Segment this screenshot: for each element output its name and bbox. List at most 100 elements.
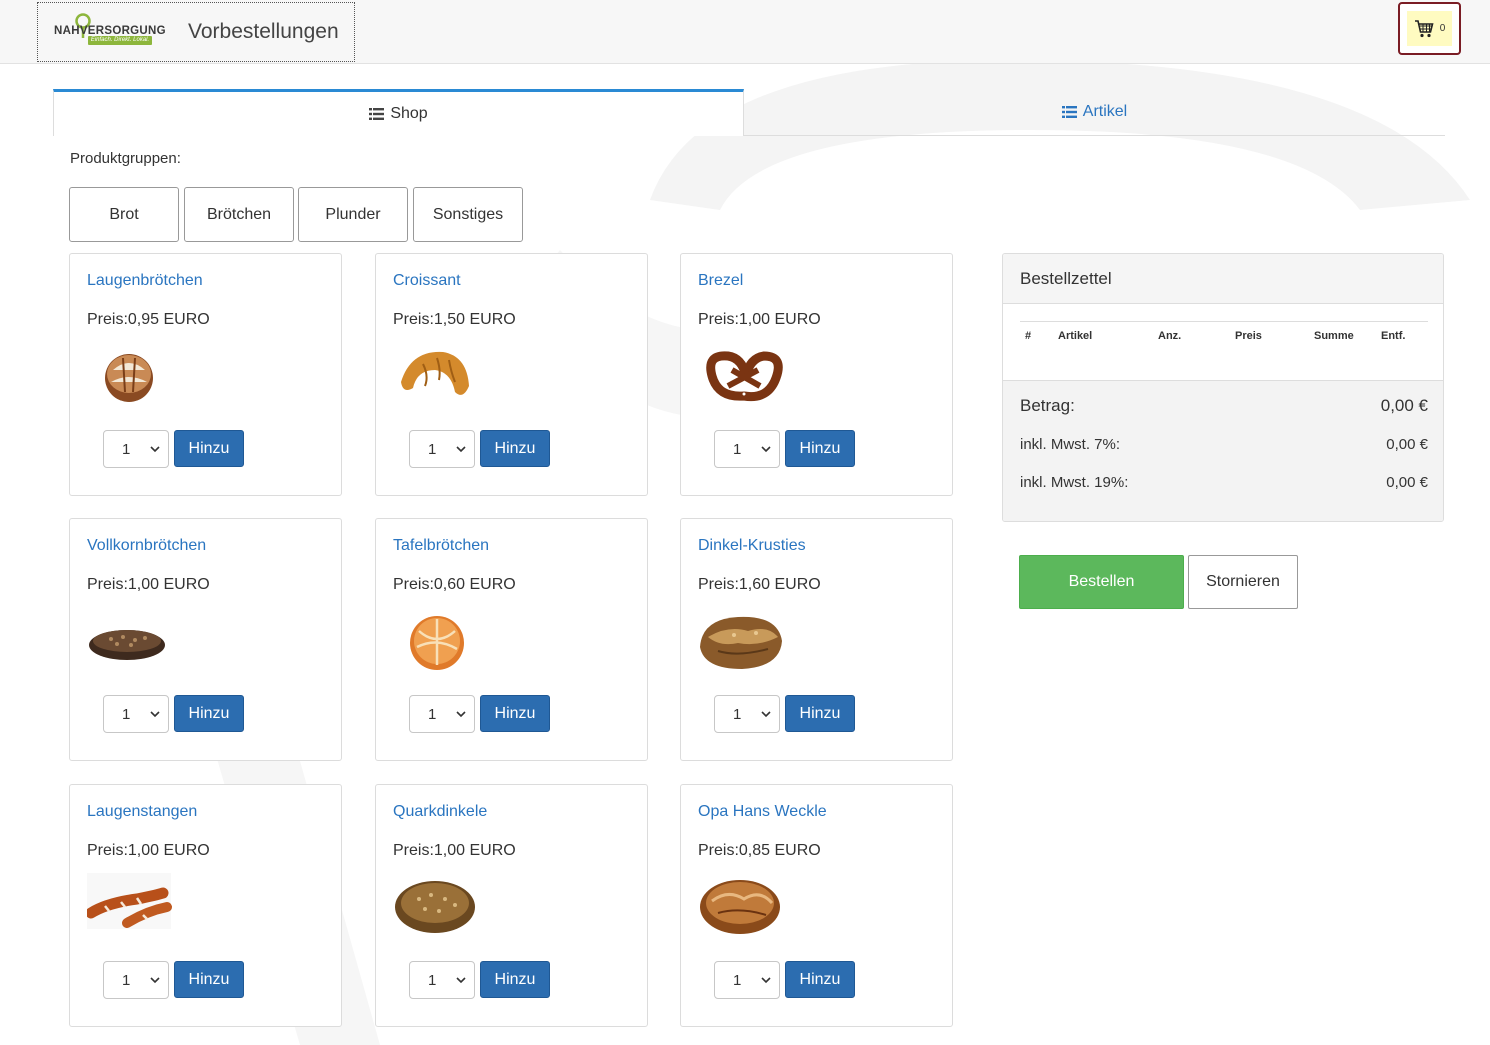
product-name-link[interactable]: Dinkel-Krusties [698, 537, 806, 555]
add-to-cart-button[interactable]: Hinzu [174, 961, 244, 998]
product-price: Preis:0,85 EURO [698, 842, 821, 859]
product-image-quarkdinkele [395, 881, 475, 933]
quantity-select[interactable]: 1 [714, 430, 780, 468]
add-to-cart-button[interactable]: Hinzu [785, 961, 855, 998]
group-button-sonstiges[interactable]: Sonstiges [413, 187, 523, 242]
tab-shop[interactable]: Shop [53, 89, 744, 136]
product-name-link[interactable]: Brezel [698, 272, 743, 290]
product-card: Quarkdinkele Preis:1,00 EURO 1 Hinzu [375, 784, 648, 1027]
quantity-select[interactable]: 1 [714, 961, 780, 999]
group-button-brot[interactable]: Brot [69, 187, 179, 242]
product-card: Croissant Preis:1,50 EURO 1 Hinzu [375, 253, 648, 496]
order-summary: Betrag: 0,00 € inkl. Mwst. 7%: 0,00 € in… [1003, 380, 1443, 521]
product-price: Preis:1,00 EURO [87, 576, 210, 593]
list-icon [369, 108, 385, 120]
product-price: Preis:0,95 EURO [87, 311, 210, 328]
chevron-down-icon [150, 711, 160, 718]
tab-shop-label: Shop [390, 105, 428, 122]
main-tabs: Shop Artikel [53, 89, 1445, 136]
product-card: Vollkornbrötchen Preis:1,00 EURO 1 Hinzu [69, 518, 342, 761]
col-preis: Preis [1235, 330, 1262, 342]
product-name-link[interactable]: Croissant [393, 272, 461, 290]
add-to-cart-button[interactable]: Hinzu [480, 695, 550, 732]
vat19-value: 0,00 € [1386, 474, 1428, 491]
product-name-link[interactable]: Vollkornbrötchen [87, 537, 206, 555]
add-to-cart-button[interactable]: Hinzu [785, 695, 855, 732]
quantity-select[interactable]: 1 [103, 695, 169, 733]
product-name-link[interactable]: Quarkdinkele [393, 803, 487, 821]
shopping-cart-icon [1414, 19, 1434, 37]
product-name-link[interactable]: Tafelbrötchen [393, 537, 489, 555]
chevron-down-icon [761, 711, 771, 718]
product-price: Preis:1,00 EURO [87, 842, 210, 859]
chevron-down-icon [456, 446, 466, 453]
add-to-cart-button[interactable]: Hinzu [480, 430, 550, 467]
tab-artikel-label: Artikel [1082, 103, 1128, 120]
col-artikel: Artikel [1058, 330, 1093, 342]
col-anzahl: Anz. [1158, 330, 1182, 342]
list-icon [1061, 106, 1077, 118]
product-card: Brezel Preis:1,00 EURO 1 Hinzu [680, 253, 953, 496]
order-table-header: # Artikel Anz. Preis Summe Entf. [1020, 321, 1428, 347]
chevron-down-icon [150, 446, 160, 453]
cart-count-badge: 0 [1439, 23, 1446, 34]
order-panel: Bestellzettel # Artikel Anz. Preis Summe… [1002, 253, 1444, 522]
submit-order-button[interactable]: Bestellen [1019, 555, 1184, 609]
product-image-croissant [401, 351, 469, 395]
col-number: # [1025, 330, 1032, 342]
product-card: Tafelbrötchen Preis:0,60 EURO 1 Hinzu [375, 518, 648, 761]
product-name-link[interactable]: Laugenbrötchen [87, 272, 203, 290]
total-value: 0,00 € [1380, 396, 1428, 415]
quantity-select[interactable]: 1 [714, 695, 780, 733]
product-price: Preis:1,00 EURO [393, 842, 516, 859]
vat7-value: 0,00 € [1386, 436, 1428, 453]
product-card: Laugenstangen Preis:1,00 EURO 1 Hinzu [69, 784, 342, 1027]
add-to-cart-button[interactable]: Hinzu [174, 430, 244, 467]
product-price: Preis:1,00 EURO [698, 311, 821, 328]
top-navbar: NAHVERSORGUNG Einfach. Direkt. Lokal. Vo… [0, 0, 1490, 64]
quantity-select[interactable]: 1 [409, 430, 475, 468]
product-image-vollkornbroetchen [89, 630, 165, 660]
product-card: Opa Hans Weckle Preis:0,85 EURO 1 Hinzu [680, 784, 953, 1027]
quantity-select[interactable]: 1 [409, 695, 475, 733]
product-name-link[interactable]: Laugenstangen [87, 803, 197, 821]
product-card: Dinkel-Krusties Preis:1,60 EURO 1 Hinzu [680, 518, 953, 761]
product-image-tafelbroetchen [410, 616, 464, 670]
product-image-brezel [706, 351, 783, 402]
group-button-plunder[interactable]: Plunder [298, 187, 408, 242]
quantity-select[interactable]: 1 [103, 961, 169, 999]
order-panel-title: Bestellzettel [1003, 254, 1443, 304]
chevron-down-icon [456, 711, 466, 718]
product-name-link[interactable]: Opa Hans Weckle [698, 803, 827, 821]
chevron-down-icon [761, 977, 771, 984]
page-title: Vorbestellungen [188, 20, 339, 43]
product-image-laugenbroetchen [105, 354, 153, 402]
quantity-select[interactable]: 1 [409, 961, 475, 999]
product-image-laugenstangen [87, 873, 172, 929]
col-entfernen: Entf. [1381, 330, 1406, 342]
quantity-select[interactable]: 1 [103, 430, 169, 468]
col-summe: Summe [1314, 330, 1354, 342]
logo-tagline: Einfach. Direkt. Lokal. [88, 36, 152, 45]
chevron-down-icon [456, 977, 466, 984]
group-button-broetchen[interactable]: Brötchen [184, 187, 294, 242]
product-image-dinkel-krusties [700, 616, 782, 669]
add-to-cart-button[interactable]: Hinzu [174, 695, 244, 732]
tab-artikel[interactable]: Artikel [744, 89, 1445, 136]
chevron-down-icon [761, 446, 771, 453]
product-price: Preis:1,60 EURO [698, 576, 821, 593]
cart-button[interactable]: 0 [1398, 2, 1461, 55]
cancel-order-button[interactable]: Stornieren [1188, 555, 1298, 609]
chevron-down-icon [150, 977, 160, 984]
add-to-cart-button[interactable]: Hinzu [480, 961, 550, 998]
product-price: Preis:0,60 EURO [393, 576, 516, 593]
brand-home-link[interactable]: NAHVERSORGUNG Einfach. Direkt. Lokal. Vo… [37, 2, 355, 62]
total-label: Betrag: [1020, 396, 1075, 415]
vat19-label: inkl. Mwst. 19%: [1020, 474, 1129, 491]
brand-logo: NAHVERSORGUNG Einfach. Direkt. Lokal. [54, 12, 178, 52]
product-card: Laugenbrötchen Preis:0,95 EURO 1 Hinzu [69, 253, 342, 496]
product-image-opa-hans-weckle [700, 880, 780, 934]
add-to-cart-button[interactable]: Hinzu [785, 430, 855, 467]
product-groups-label: Produktgruppen: [70, 150, 181, 167]
vat7-label: inkl. Mwst. 7%: [1020, 436, 1121, 453]
